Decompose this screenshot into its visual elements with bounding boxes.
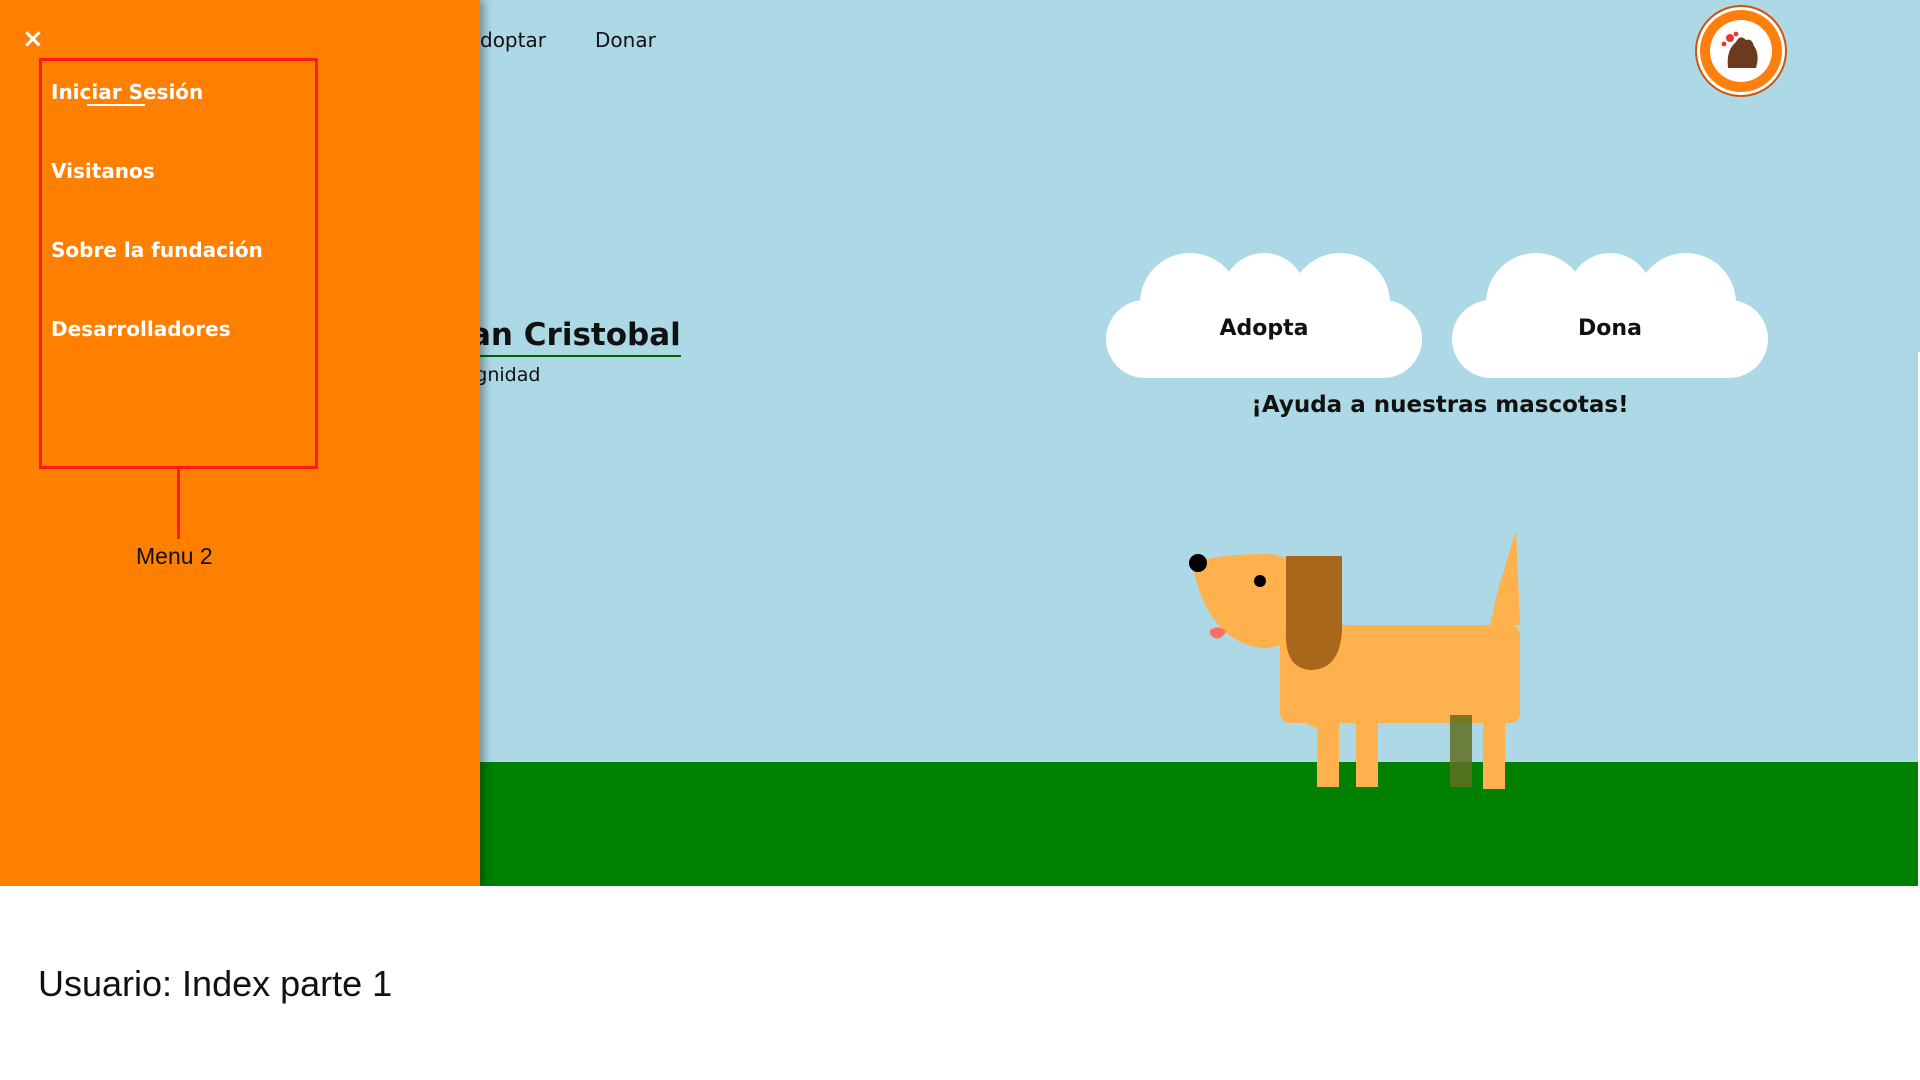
nav-link-adoptar[interactable]: doptar (480, 28, 546, 52)
dona-cloud-button[interactable]: Dona (1452, 228, 1768, 378)
annotation-label: Menu 2 (136, 543, 213, 569)
logo-emblem (1710, 20, 1772, 82)
adopta-label: Adopta (1219, 316, 1309, 341)
dona-label: Dona (1578, 316, 1642, 341)
hero-subtitle: ignidad (470, 364, 541, 386)
annotation-connector (177, 469, 180, 539)
adopta-cloud-button[interactable]: Adopta (1106, 228, 1422, 378)
side-menu-panel: × Iniciar Sesión Visitanos Sobre la fund… (0, 0, 480, 886)
dog-cat-silhouette-icon (1721, 31, 1758, 68)
help-pets-tagline: ¡Ayuda a nuestras mascotas! (1251, 392, 1629, 418)
annotation-box (39, 58, 318, 469)
close-icon[interactable]: × (22, 24, 44, 54)
page-viewport: doptar Donar an Cristobal ignidad Adopta… (0, 0, 1920, 886)
nav-link-donar[interactable]: Donar (595, 28, 656, 52)
hero-title: an Cristobal (470, 317, 681, 357)
dog-illustration (1189, 530, 1520, 789)
slide-caption: Usuario: Index parte 1 (38, 963, 393, 1004)
foundation-logo[interactable] (1697, 7, 1785, 95)
